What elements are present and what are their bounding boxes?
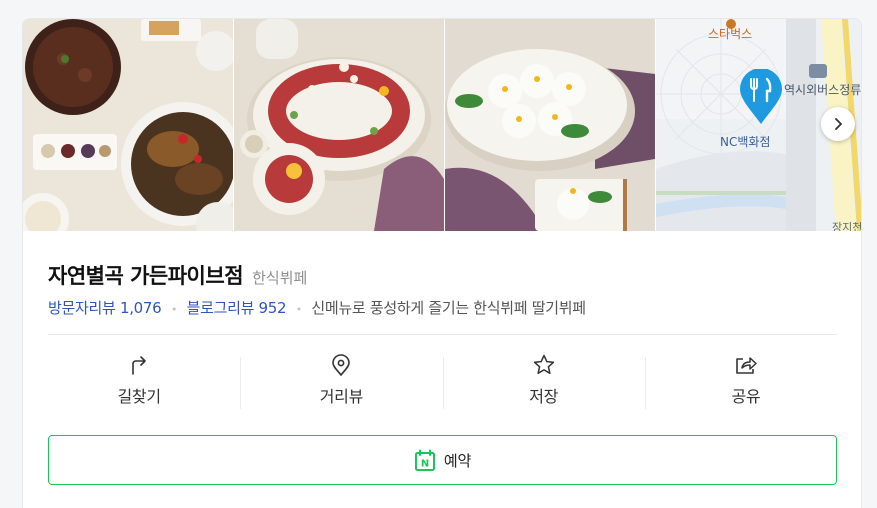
photo-food-3[interactable] — [445, 19, 655, 231]
meta-row: 방문자리뷰 1,076 • 블로그리뷰 952 • 신메뉴로 풍성하게 즐기는 … — [48, 297, 586, 318]
street-view-label: 거리뷰 — [319, 387, 364, 406]
place-tagline: 신메뉴로 풍성하게 즐기는 한식뷔페 딸기뷔페 — [311, 299, 586, 317]
place-card: 스타벅스 역시외버스정류 NC백화점 장지천 자연별곡 가든파이브점 한식뷔페 — [22, 18, 862, 508]
star-icon — [531, 352, 557, 378]
share-icon — [733, 352, 759, 378]
svg-text:N: N — [421, 459, 429, 470]
directions-icon — [126, 352, 152, 378]
photo-food-1[interactable] — [23, 19, 233, 231]
share-label: 공유 — [731, 387, 761, 406]
map-preview[interactable]: 스타벅스 역시외버스정류 NC백화점 장지천 — [656, 19, 862, 231]
separator-dot: • — [170, 303, 178, 316]
map-label-starbucks: 스타벅스 — [708, 27, 753, 41]
map-label-bus-stop: 역시외버스정류 — [784, 83, 862, 97]
action-bar: 길찾기 거리뷰 저장 공유 — [38, 352, 847, 412]
chevron-right-icon — [831, 117, 845, 131]
divider — [48, 334, 837, 335]
reserve-button[interactable]: N 예약 — [48, 435, 837, 485]
photo-food-2[interactable] — [234, 19, 444, 231]
save-button[interactable]: 저장 — [442, 352, 645, 412]
gallery-next-button[interactable] — [821, 107, 855, 141]
directions-label: 길찾기 — [117, 387, 161, 406]
share-button[interactable]: 공유 — [644, 352, 847, 412]
separator-dot: • — [295, 303, 303, 316]
street-view-button[interactable]: 거리뷰 — [240, 352, 442, 412]
naver-calendar-icon: N — [414, 449, 436, 471]
place-category: 한식뷔페 — [252, 269, 308, 287]
save-label: 저장 — [529, 387, 559, 406]
place-name: 자연별곡 가든파이브점 — [48, 264, 244, 288]
map-corner-label: 장지천 — [832, 221, 862, 231]
visitor-review-link[interactable]: 방문자리뷰 1,076 — [48, 299, 162, 317]
map-pin-icon[interactable] — [738, 68, 784, 129]
directions-button[interactable]: 길찾기 — [38, 352, 240, 412]
photo-gallery: 스타벅스 역시외버스정류 NC백화점 장지천 — [23, 19, 862, 231]
blog-review-link[interactable]: 블로그리뷰 952 — [187, 299, 287, 317]
location-pin-icon — [328, 352, 354, 378]
reserve-label: 예약 — [443, 451, 472, 470]
map-label-dept-store: NC백화점 — [720, 135, 771, 149]
title-row: 자연별곡 가든파이브점 한식뷔페 — [48, 260, 307, 290]
